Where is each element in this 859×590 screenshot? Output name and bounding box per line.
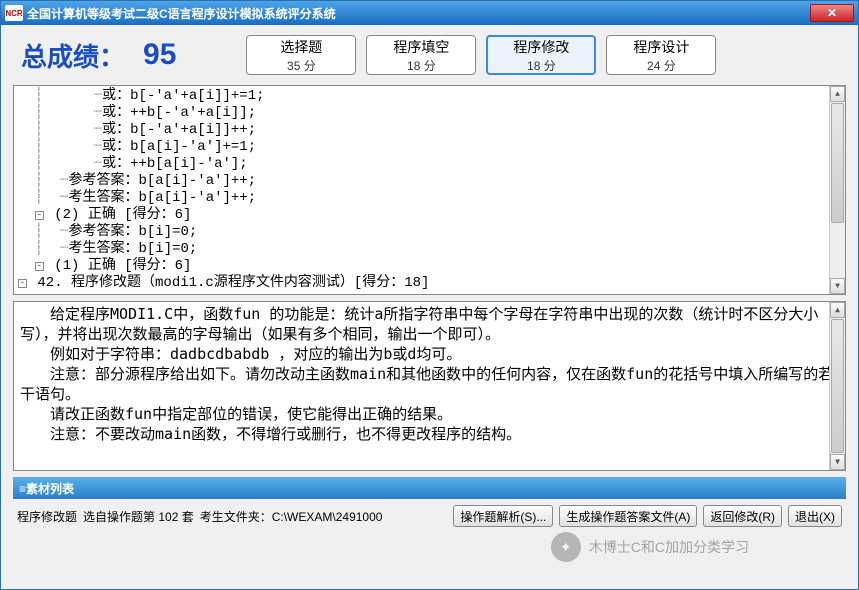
- category-modify-button[interactable]: 程序修改 18 分: [486, 35, 596, 75]
- tree-toggle-icon[interactable]: -: [35, 262, 44, 271]
- window-title: 全国计算机等级考试二级C语言程序设计模拟系统评分系统: [27, 5, 810, 22]
- tree-row[interactable]: - (2) 正确 [得分：6]: [18, 207, 841, 224]
- category-name: 程序修改: [513, 37, 569, 57]
- tree-text: 或：b[-'a'+a[i]]++;: [102, 122, 256, 138]
- tree-toggle-icon[interactable]: -: [35, 211, 44, 220]
- exit-button[interactable]: 退出(X): [788, 505, 842, 527]
- category-score: 18 分: [407, 57, 436, 74]
- desc-scrollbar[interactable]: ▲ ▼: [829, 302, 845, 470]
- tree-text: 或：b[-'a'+a[i]]+=1;: [102, 88, 264, 104]
- score-value: 95: [143, 38, 176, 72]
- material-list-bar[interactable]: ≡素材列表: [13, 477, 846, 499]
- answer-tree-pane[interactable]: ┆ ┈或：b[-'a'+a[i]]+=1; ┆ ┈或：++b[-'a'+a[i]…: [13, 85, 846, 295]
- app-logo: NCR: [5, 5, 23, 21]
- tree-row[interactable]: - (1) 正确 [得分：6]: [18, 258, 841, 275]
- tree-row[interactable]: - 42. 程序修改题（modi1.c源程序文件内容测试）[得分：18]: [18, 275, 841, 292]
- status-folder: 考生文件夹：C:\WEXAM\2491000: [200, 508, 383, 525]
- scroll-thumb[interactable]: [831, 319, 844, 453]
- tree-row[interactable]: ┆ ┈考生答案：b[a[i]-'a']++;: [18, 190, 841, 207]
- description-pane[interactable]: 给定程序MODI1.C中，函数fun 的功能是：统计a所指字符串中每个字母在字符…: [13, 301, 846, 471]
- status-category: 程序修改题: [17, 508, 77, 525]
- tree-text: 或：b[a[i]-'a']+=1;: [102, 139, 256, 155]
- scroll-thumb[interactable]: [831, 103, 844, 223]
- tree-row[interactable]: ┆ ┈或：++b[-'a'+a[i]];: [18, 105, 841, 122]
- tree-text: 考生答案：b[a[i]-'a']++;: [68, 190, 256, 206]
- tree-row[interactable]: ┆ ┈参考答案：b[a[i]-'a']++;: [18, 173, 841, 190]
- tree-text: 考生答案：b[i]=0;: [68, 241, 197, 257]
- tree-row[interactable]: ┆ ┈或：b[a[i]-'a']+=1;: [18, 139, 841, 156]
- tree-row[interactable]: ┆ ┈参考答案：b[i]=0;: [18, 224, 841, 241]
- tree-text: 42. 程序修改题（modi1.c源程序文件内容测试）[得分：18]: [37, 275, 429, 291]
- category-score: 35 分: [287, 57, 316, 74]
- tree-row[interactable]: ┆ ┈或：b[-'a'+a[i]]+=1;: [18, 88, 841, 105]
- category-name: 程序填空: [393, 37, 449, 57]
- score-row: 总成绩： 95 选择题 35 分 程序填空 18 分 程序修改 18 分 程序设…: [13, 33, 846, 85]
- scroll-up-icon[interactable]: ▲: [830, 86, 845, 102]
- category-design-button[interactable]: 程序设计 24 分: [606, 35, 716, 75]
- description-paragraph: 例如对于字符串：dadbcdbabdb ，对应的输出为b或d均可。: [20, 344, 839, 364]
- tree-text: 参考答案：b[a[i]-'a']++;: [68, 173, 256, 189]
- category-choice-button[interactable]: 选择题 35 分: [246, 35, 356, 75]
- tree-text: 参考答案：b[i]=0;: [68, 224, 197, 240]
- category-name: 程序设计: [633, 37, 689, 57]
- score-label: 总成绩：: [21, 37, 125, 74]
- close-button[interactable]: ✕: [810, 4, 854, 22]
- description-paragraph: 注意：不要改动main函数，不得增行或删行，也不得更改程序的结构。: [20, 424, 839, 444]
- close-icon: ✕: [827, 6, 837, 20]
- category-fill-button[interactable]: 程序填空 18 分: [366, 35, 476, 75]
- category-name: 选择题: [280, 37, 322, 57]
- tree-scrollbar[interactable]: ▲ ▼: [829, 86, 845, 294]
- tree-text: 或：++b[-'a'+a[i]];: [102, 105, 256, 121]
- category-score: 24 分: [647, 57, 676, 74]
- scroll-down-icon[interactable]: ▼: [830, 278, 845, 294]
- description-paragraph: 给定程序MODI1.C中，函数fun 的功能是：统计a所指字符串中每个字母在字符…: [20, 304, 839, 344]
- back-button[interactable]: 返回修改(R): [703, 505, 782, 527]
- titlebar: NCR 全国计算机等级考试二级C语言程序设计模拟系统评分系统 ✕: [1, 1, 858, 25]
- generate-answers-button[interactable]: 生成操作题答案文件(A): [559, 505, 697, 527]
- status-set: 选自操作题第 102 套: [83, 508, 194, 525]
- description-paragraph: 请改正函数fun中指定部位的错误，使它能得出正确的结果。: [20, 404, 839, 424]
- scroll-up-icon[interactable]: ▲: [830, 302, 845, 318]
- tree-toggle-icon[interactable]: -: [18, 279, 27, 288]
- status-bar: 程序修改题 选自操作题第 102 套 考生文件夹：C:\WEXAM\249100…: [13, 499, 846, 529]
- tree-text: (2) 正确 [得分：6]: [54, 207, 191, 223]
- tree-row[interactable]: ┆ ┈考生答案：b[i]=0;: [18, 241, 841, 258]
- parse-button[interactable]: 操作题解析(S)...: [453, 505, 553, 527]
- tree-text: (1) 正确 [得分：6]: [54, 258, 191, 274]
- description-paragraph: 注意：部分源程序给出如下。请勿改动主函数main和其他函数中的任何内容，仅在函数…: [20, 364, 839, 404]
- tree-row[interactable]: ┆ ┈或：b[-'a'+a[i]]++;: [18, 122, 841, 139]
- tree-text: 或：++b[a[i]-'a'];: [102, 156, 248, 172]
- tree-row[interactable]: ┆ ┈或：++b[a[i]-'a'];: [18, 156, 841, 173]
- category-score: 18 分: [527, 57, 556, 74]
- scroll-down-icon[interactable]: ▼: [830, 454, 845, 470]
